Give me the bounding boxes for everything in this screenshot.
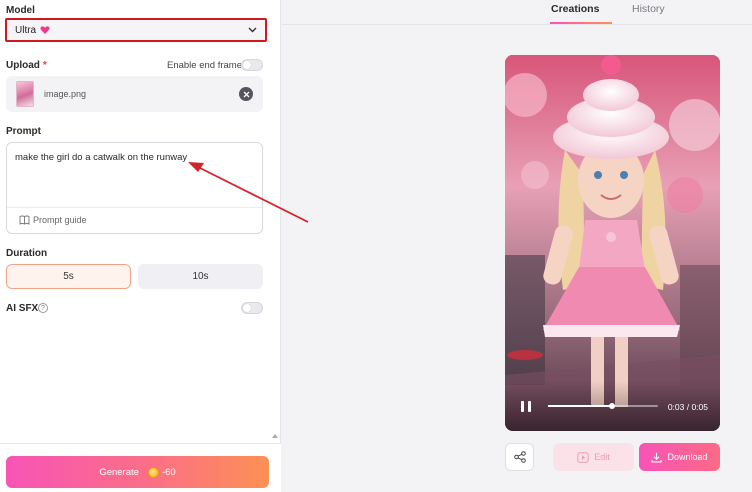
download-button[interactable]: Download — [639, 443, 720, 471]
share-button[interactable] — [505, 443, 534, 471]
progress-bar[interactable] — [548, 403, 658, 409]
upload-label: Upload * — [6, 60, 47, 71]
generate-cost: -60 — [161, 466, 176, 478]
generate-label: Generate — [99, 466, 139, 478]
ai-sfx-toggle[interactable] — [241, 302, 263, 314]
settings-panel: Model Ultra Upload * Enable end frame ima… — [0, 0, 281, 492]
video-frame-image — [505, 55, 720, 431]
image-thumbnail — [16, 81, 34, 107]
required-mark: * — [42, 60, 47, 71]
video-player[interactable]: 0:03 / 0:05 — [505, 55, 720, 431]
pause-icon[interactable] — [521, 401, 531, 412]
model-label: Model — [6, 5, 35, 16]
prompt-input[interactable]: make the girl do a catwalk on the runway… — [6, 142, 263, 234]
model-value: Ultra — [15, 24, 37, 36]
book-icon — [19, 215, 30, 225]
share-icon — [513, 451, 526, 463]
scroll-up-icon[interactable] — [272, 434, 278, 438]
prompt-label: Prompt — [6, 126, 41, 137]
model-select[interactable]: Ultra — [5, 18, 267, 42]
file-name: image.png — [44, 89, 87, 99]
upload-box[interactable]: image.png — [6, 76, 263, 112]
duration-5s-button[interactable]: 5s — [6, 264, 131, 289]
edit-label: Edit — [594, 452, 610, 462]
duration-10s-button[interactable]: 10s — [138, 264, 263, 289]
player-controls: 0:03 / 0:05 — [505, 381, 720, 431]
generate-button[interactable]: Generate -60 — [6, 456, 269, 488]
remove-file-button[interactable] — [239, 87, 253, 101]
video-edit-icon — [577, 451, 589, 463]
progress-knob[interactable] — [609, 403, 615, 409]
generate-area: Generate -60 — [0, 443, 281, 492]
upload-label-text: Upload — [6, 60, 40, 71]
coin-icon — [147, 466, 159, 478]
prompt-divider — [7, 207, 262, 208]
end-frame-toggle[interactable] — [241, 59, 263, 71]
prompt-text[interactable]: make the girl do a catwalk on the runway — [15, 152, 187, 163]
prompt-guide-button[interactable]: Prompt guide — [19, 215, 87, 225]
close-icon — [243, 91, 249, 97]
prompt-guide-label: Prompt guide — [33, 215, 87, 225]
active-tab-indicator — [550, 22, 612, 24]
edit-button[interactable]: Edit — [553, 443, 634, 471]
download-icon — [651, 452, 663, 463]
progress-fill — [548, 405, 612, 407]
end-frame-label: Enable end frame — [167, 60, 242, 71]
help-icon[interactable]: ? — [38, 303, 48, 313]
tab-creations[interactable]: Creations — [551, 3, 599, 15]
duration-label: Duration — [6, 248, 48, 259]
chevron-down-icon — [248, 27, 257, 33]
tab-bar: Creations History — [282, 0, 752, 25]
time-readout: 0:03 / 0:05 — [667, 402, 708, 412]
download-label: Download — [667, 452, 708, 462]
heart-gem-icon — [40, 26, 50, 34]
tab-history[interactable]: History — [632, 3, 665, 15]
ai-sfx-label: AI SFX — [6, 303, 39, 314]
